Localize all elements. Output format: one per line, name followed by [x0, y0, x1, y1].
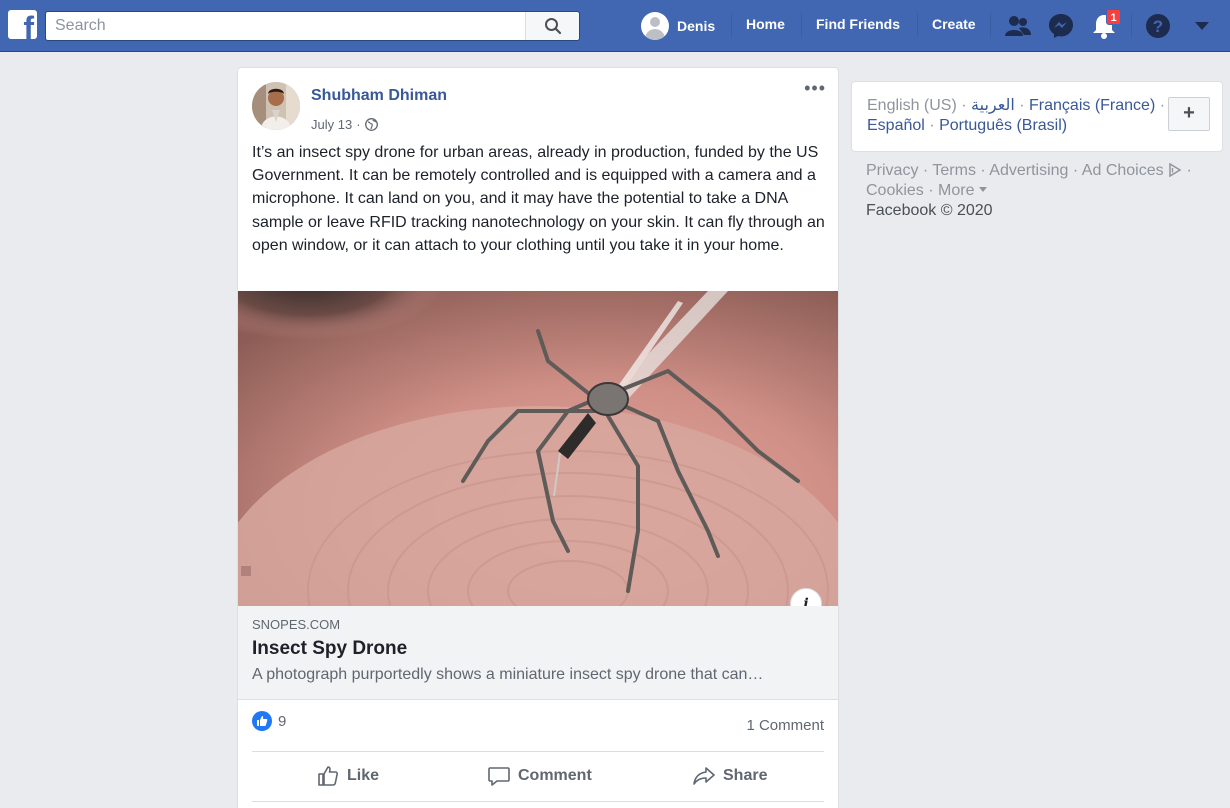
nav-divider — [801, 13, 802, 37]
language-list: English (US) · العربية · Français (Franc… — [867, 97, 1166, 134]
link-domain: SNOPES.COM — [252, 617, 341, 632]
help-icon: ? — [1146, 14, 1170, 38]
language-arabic[interactable]: العربية — [971, 97, 1015, 114]
copyright: Facebook © 2020 — [866, 202, 993, 219]
reaction-count: 9 — [278, 712, 287, 730]
post-options-button[interactable]: ••• — [804, 79, 826, 97]
globe-icon — [364, 118, 378, 131]
footer-terms[interactable]: Terms — [932, 162, 976, 179]
caret-down-icon — [1195, 22, 1209, 30]
profile-link[interactable]: Denis — [641, 11, 715, 41]
language-selector-box: English (US) · العربية · Français (Franc… — [851, 81, 1223, 152]
language-french[interactable]: Français (France) — [1029, 97, 1155, 114]
nav-find-friends[interactable]: Find Friends — [816, 16, 900, 32]
facebook-logo[interactable]: f — [8, 10, 37, 39]
feed-post: Shubham Dhiman July 13 · ••• It’s an ins… — [237, 67, 839, 808]
link-preview-image[interactable] — [238, 291, 838, 606]
language-spanish[interactable]: Español — [867, 117, 925, 134]
comment-count[interactable]: 1 Comment — [746, 717, 824, 734]
share-label: Share — [723, 767, 768, 784]
footer-cookies[interactable]: Cookies — [866, 182, 924, 199]
friend-requests-button[interactable] — [1004, 12, 1032, 40]
messenger-button[interactable] — [1047, 12, 1075, 40]
share-button[interactable]: Share — [693, 765, 767, 787]
svg-text:?: ? — [1153, 17, 1163, 36]
comment-label: Comment — [518, 767, 592, 784]
author-name[interactable]: Shubham Dhiman — [311, 87, 447, 105]
insect-drone-photo — [238, 291, 838, 606]
help-button[interactable]: ? — [1144, 12, 1172, 40]
comment-button[interactable]: Comment — [488, 765, 592, 787]
reactions-summary[interactable]: 9 — [252, 711, 286, 731]
nav-divider — [990, 13, 991, 37]
author-avatar[interactable] — [252, 82, 300, 130]
notification-badge: 1 — [1106, 9, 1121, 25]
link-preview-details[interactable]: SNOPES.COM Insect Spy Drone A photograph… — [238, 606, 838, 700]
friends-icon — [1005, 16, 1031, 36]
search-box — [45, 11, 580, 41]
more-languages-button[interactable]: + — [1168, 97, 1210, 131]
like-label: Like — [347, 767, 380, 784]
post-divider — [252, 801, 824, 802]
like-button[interactable]: Like — [317, 765, 379, 787]
messenger-icon — [1049, 14, 1073, 38]
link-title: Insect Spy Drone — [252, 638, 408, 659]
search-input[interactable] — [46, 12, 526, 40]
thumbs-up-icon — [318, 766, 338, 786]
language-current: English (US) — [867, 97, 957, 114]
account-menu-button[interactable] — [1188, 12, 1216, 40]
ad-choices-icon — [1169, 162, 1182, 178]
footer-advertising[interactable]: Advertising — [989, 162, 1068, 179]
comment-icon — [488, 767, 510, 786]
footer-ad-choices[interactable]: Ad Choices — [1082, 162, 1187, 179]
language-portuguese[interactable]: Português (Brasil) — [939, 117, 1067, 134]
footer-links: Privacy · Terms · Advertising · Ad Choic… — [866, 162, 1192, 219]
search-button[interactable] — [525, 12, 579, 40]
search-icon — [544, 18, 561, 35]
logo-letter: f — [23, 10, 34, 39]
caret-down-icon — [978, 187, 987, 192]
footer-privacy[interactable]: Privacy — [866, 162, 918, 179]
post-date[interactable]: July 13 — [311, 117, 352, 132]
user-avatar — [641, 12, 669, 40]
nav-divider — [731, 13, 732, 37]
like-reaction-icon — [252, 711, 272, 731]
share-icon — [693, 767, 715, 785]
user-name: Denis — [677, 18, 716, 34]
author-photo — [252, 82, 300, 130]
nav-home[interactable]: Home — [746, 16, 785, 32]
footer-more[interactable]: More — [938, 182, 987, 199]
link-description: A photograph purportedly shows a miniatu… — [252, 666, 764, 683]
nav-create[interactable]: Create — [932, 16, 976, 32]
nav-divider — [917, 13, 918, 37]
post-timestamp: July 13 · — [311, 117, 378, 132]
nav-divider — [1131, 13, 1132, 37]
post-text: It’s an insect spy drone for urban areas… — [252, 144, 825, 254]
post-divider — [252, 751, 824, 752]
top-navigation-bar: f Denis Home Find Friends Create 1 ? — [0, 0, 1230, 52]
